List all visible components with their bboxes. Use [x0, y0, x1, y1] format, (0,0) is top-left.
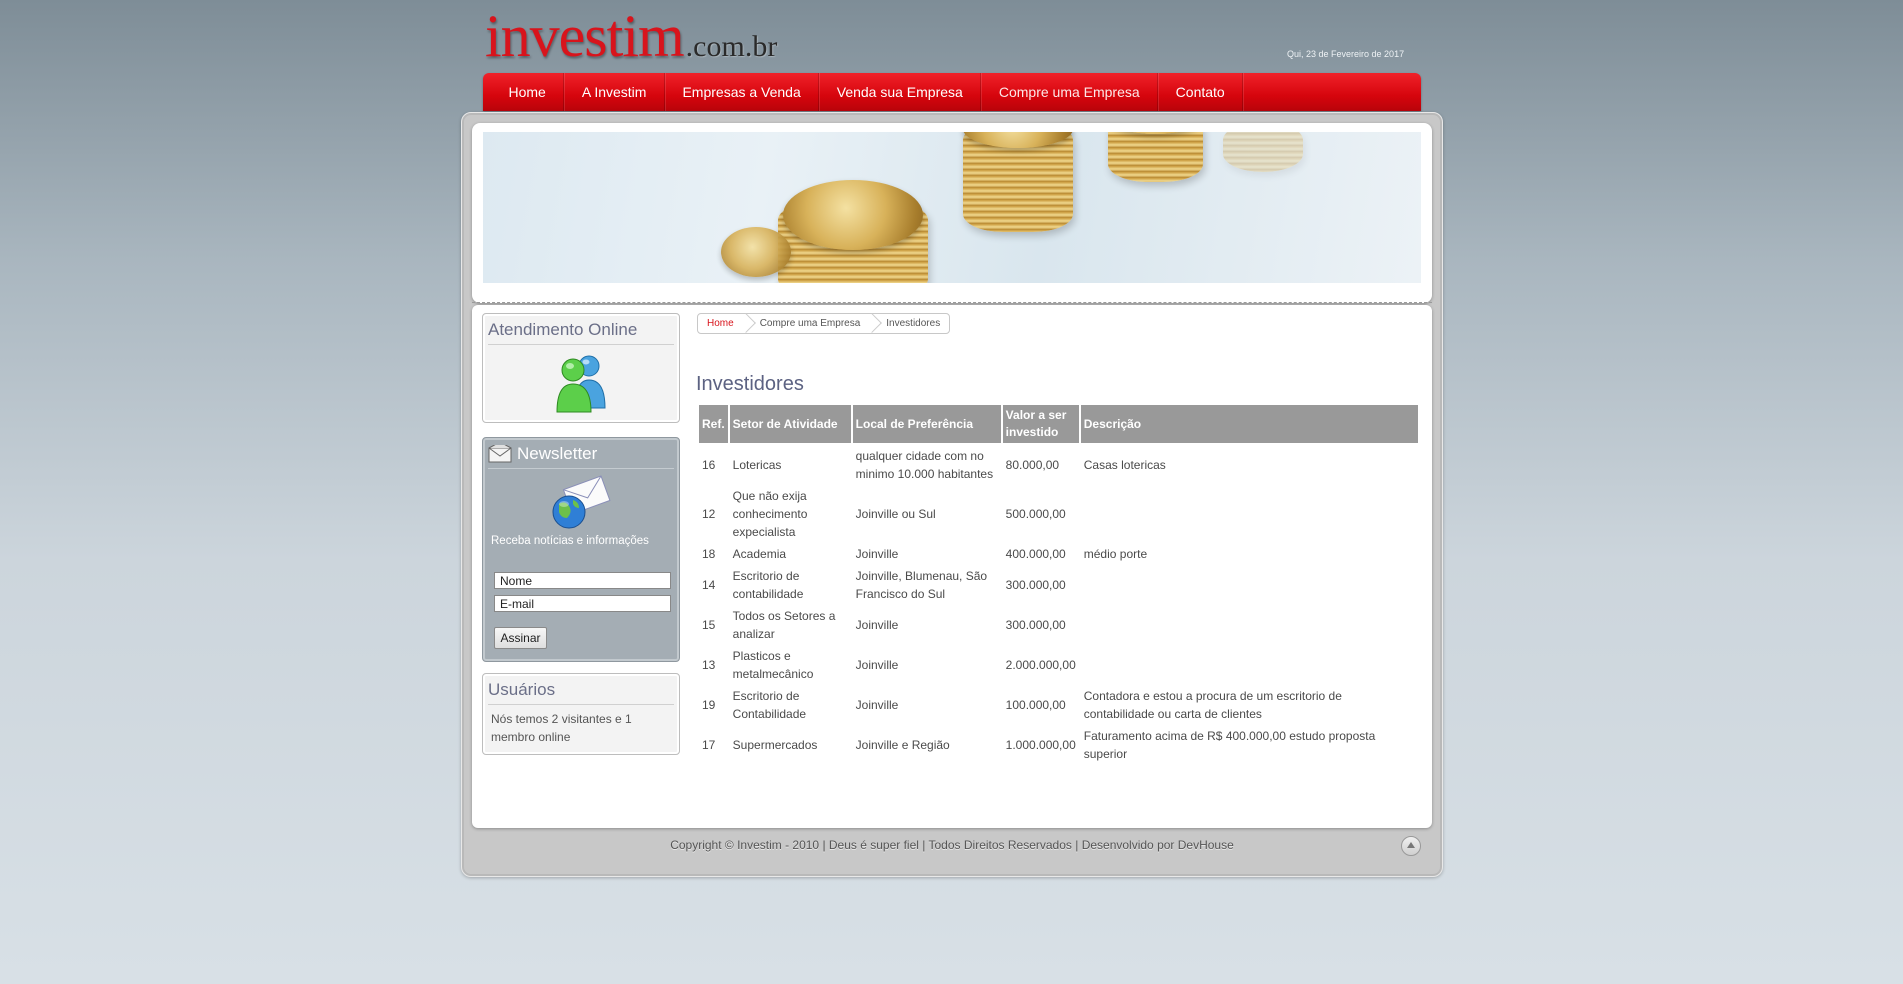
cell-value: 400.000,00: [1005, 547, 1066, 561]
cell-sector: Escritorio de contabilidade: [732, 569, 804, 601]
main-menu: Home A Investim Empresas a Venda Venda s…: [483, 73, 1421, 111]
cell-description: médio porte: [1083, 547, 1148, 561]
newsletter-name-input[interactable]: [494, 572, 671, 589]
table-header-row: Ref. Setor de Atividade Local de Preferê…: [699, 405, 1418, 443]
cell-description: Casas lotericas: [1083, 458, 1166, 472]
table-row: 15 Todos os Setores a analizar Joinville…: [699, 605, 1418, 645]
cell-description: [1081, 605, 1418, 645]
cell-sector: Escritorio de Contabilidade: [732, 689, 807, 721]
cell-sector: Academia: [732, 547, 787, 561]
cell-location: qualquer cidade com no minimo 10.000 hab…: [855, 449, 994, 481]
header-location: Local de Preferência: [852, 405, 1001, 443]
logo-main: investim: [485, 3, 685, 69]
cell-ref: 18: [702, 547, 716, 561]
newsletter-title-row: Newsletter: [488, 444, 674, 469]
breadcrumb: Home Compre uma Empresa Investidores: [697, 313, 951, 334]
msn-users-icon[interactable]: [551, 350, 611, 414]
header-sector: Setor de Atividade: [729, 405, 851, 443]
menu-item-compre-uma-empresa[interactable]: Compre uma Empresa: [981, 73, 1159, 111]
header-value: Valor a ser investido: [1002, 405, 1079, 443]
cell-ref: 16: [702, 458, 716, 472]
cell-ref: 17: [702, 738, 716, 752]
table-row: 19 Escritorio de Contabilidade Joinville…: [699, 685, 1418, 725]
page-wrapper: investim.com.br Qui, 23 de Fevereiro de …: [461, 0, 1443, 880]
breadcrumb-section[interactable]: Compre uma Empresa: [751, 314, 870, 333]
cell-description: [1081, 565, 1418, 605]
cell-location: Joinville e Região: [855, 738, 950, 752]
globe-mail-icon: [552, 475, 611, 529]
cell-value: 500.000,00: [1005, 507, 1066, 521]
site-logo[interactable]: investim.com.br: [485, 6, 777, 66]
table-row: 12 Que não exija conhecimento expecialis…: [699, 485, 1418, 543]
newsletter-text: Receba notícias e informações: [491, 535, 649, 547]
table-row: 17 Supermercados Joinville e Região 1.00…: [699, 725, 1418, 765]
page-title: Investidores: [696, 373, 804, 395]
newsletter-email-input[interactable]: [494, 595, 671, 612]
cell-location: Joinville: [855, 698, 899, 712]
cell-description: [1081, 645, 1418, 685]
users-title: Usuários: [488, 680, 674, 705]
cell-ref: 19: [702, 698, 716, 712]
cell-location: Joinville: [855, 658, 899, 672]
table-row: 13 Plasticos e metalmecânico Joinville 2…: [699, 645, 1418, 685]
cell-location: Joinville ou Sul: [855, 507, 936, 521]
breadcrumb-separator: [743, 314, 751, 333]
cell-value: 2.000.000,00: [1005, 658, 1076, 672]
online-support-title: Atendimento Online: [488, 320, 674, 345]
cell-location: Joinville: [855, 618, 899, 632]
menu-item-venda-sua-empresa[interactable]: Venda sua Empresa: [819, 73, 982, 111]
coin-stack-reflection: [1223, 132, 1303, 172]
envelope-icon: [488, 445, 512, 463]
newsletter-module: Newsletter Receba notícias e informações…: [482, 437, 680, 662]
breadcrumb-current: Investidores: [886, 318, 941, 329]
cell-sector: Supermercados: [732, 738, 818, 752]
header-ref: Ref.: [699, 405, 728, 443]
cell-ref: 14: [702, 578, 716, 592]
header-description: Descrição: [1080, 405, 1418, 443]
logo-suffix: .com.br: [685, 30, 778, 63]
cell-value: 300.000,00: [1005, 618, 1066, 632]
cell-sector: Plasticos e metalmecânico: [732, 649, 814, 681]
back-to-top-icon[interactable]: [1401, 836, 1421, 856]
cell-ref: 15: [702, 618, 716, 632]
cell-value: 1.000.000,00: [1005, 738, 1076, 752]
newsletter-title: Newsletter: [517, 444, 598, 463]
cell-value: 100.000,00: [1005, 698, 1066, 712]
users-module: Usuários Nós temos 2 visitantes e 1 memb…: [482, 673, 680, 755]
cell-sector: Lotericas: [732, 458, 782, 472]
cell-description: [1081, 485, 1418, 543]
menu-item-empresas-a-venda[interactable]: Empresas a Venda: [665, 73, 820, 111]
banner-divider: [472, 302, 1432, 303]
cell-location: Joinville: [855, 547, 899, 561]
online-support-module: Atendimento Online: [482, 313, 680, 423]
cell-description: Contadora e estou a procura de um escrit…: [1083, 689, 1342, 721]
coin: [721, 227, 791, 277]
newsletter-submit-button[interactable]: Assinar: [494, 627, 547, 649]
coin: [783, 180, 923, 250]
banner-image: [483, 132, 1421, 283]
current-date: Qui, 23 de Fevereiro de 2017: [1287, 49, 1405, 59]
footer-copyright: Copyright © Investim - 2010 | Deus é sup…: [670, 838, 1234, 852]
investors-table: Ref. Setor de Atividade Local de Preferê…: [697, 405, 1420, 765]
menu-item-home[interactable]: Home: [491, 73, 565, 111]
cell-ref: 12: [702, 507, 716, 521]
table-row: 16 Lotericas qualquer cidade com no mini…: [699, 443, 1418, 485]
cell-ref: 13: [702, 658, 716, 672]
table-row: 14 Escritorio de contabilidade Joinville…: [699, 565, 1418, 605]
coin-stack: [1108, 132, 1203, 182]
cell-sector: Que não exija conhecimento expecialista: [732, 489, 808, 539]
menu-item-contato[interactable]: Contato: [1158, 73, 1244, 111]
cell-location: Joinville, Blumenau, São Francisco do Su…: [855, 569, 988, 601]
cell-description: Faturamento acima de R$ 400.000,00 estud…: [1083, 729, 1376, 761]
menu-item-a-investim[interactable]: A Investim: [564, 73, 665, 111]
cell-sector: Todos os Setores a analizar: [732, 609, 836, 641]
table-row: 18 Academia Joinville 400.000,00 médio p…: [699, 543, 1418, 565]
breadcrumb-separator: [869, 314, 877, 333]
cell-value: 80.000,00: [1005, 458, 1060, 472]
users-online-text: Nós temos 2 visitantes e 1 membro online: [491, 712, 632, 744]
cell-value: 300.000,00: [1005, 578, 1066, 592]
